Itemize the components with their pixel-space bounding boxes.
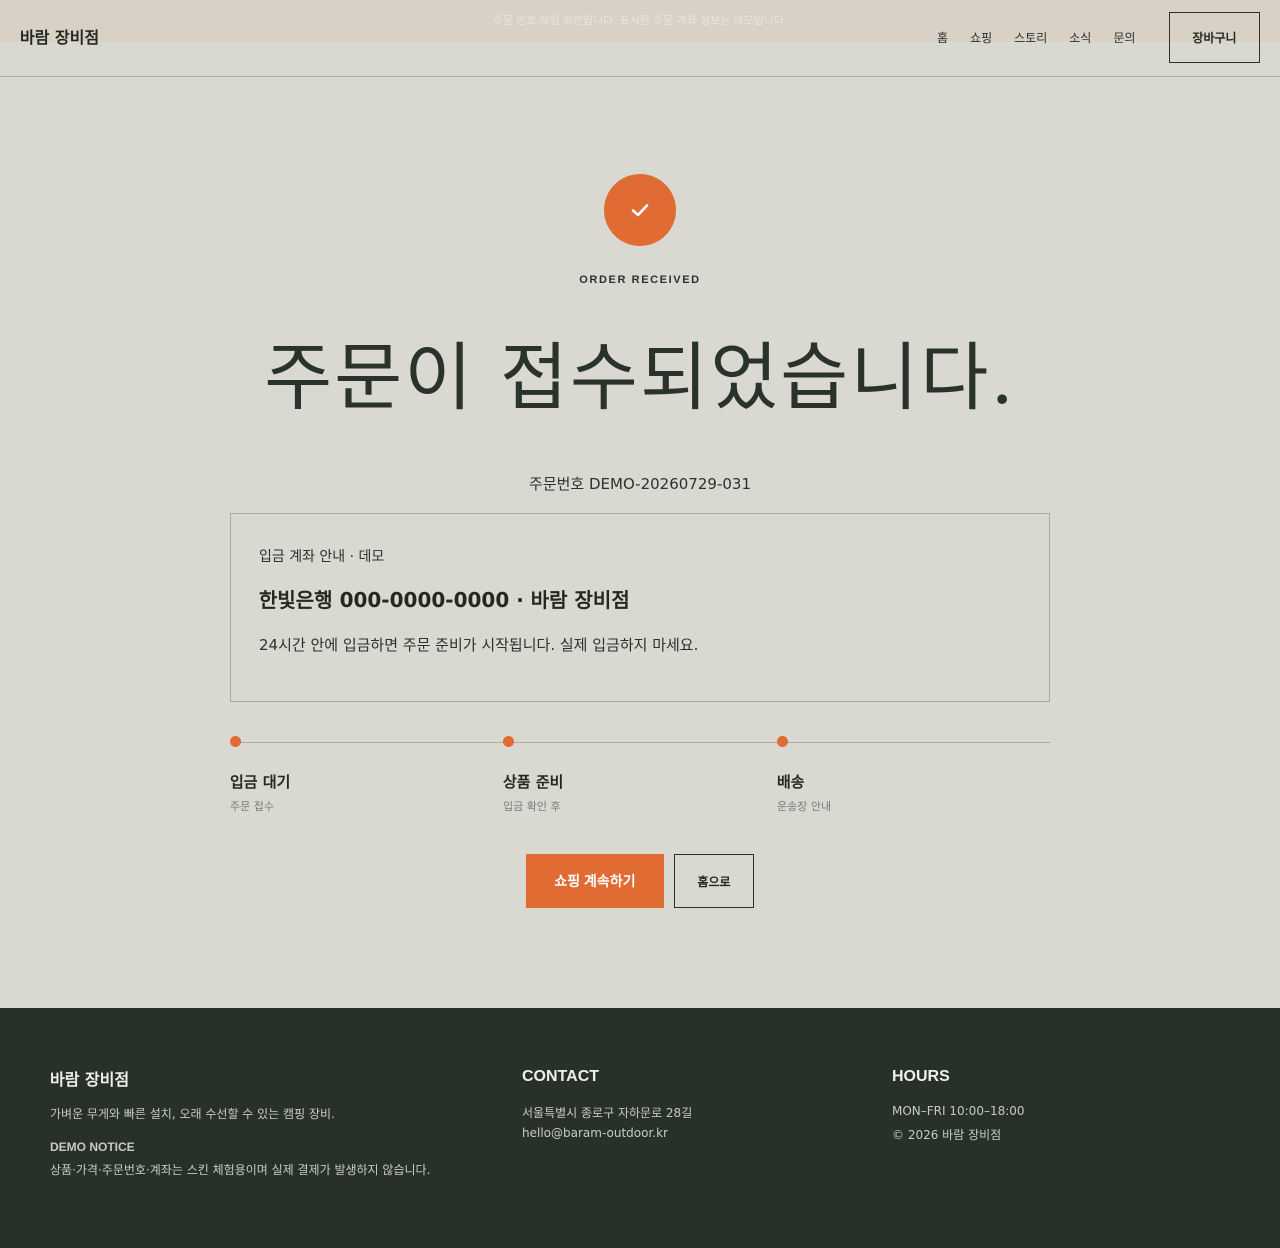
step-dot — [777, 736, 788, 747]
step-subtitle: 입금 확인 후 — [503, 800, 561, 813]
step-title: 배송 — [777, 773, 805, 791]
step-payment-pending: 입금 대기 주문 접수 — [230, 736, 490, 814]
footer-copyright: © 2026 바람 장비점 — [892, 1128, 1002, 1142]
footer-demo-title: DEMO NOTICE — [50, 1140, 135, 1154]
bank-info-card: 입금 계좌 안내 · 데모 한빛은행 000-0000-0000 · 바람 장비… — [230, 513, 1050, 702]
success-badge — [604, 174, 676, 246]
site-header: 바람 장비점 홈 쇼핑 스토리 소식 문의 장바구니 — [0, 0, 1280, 77]
home-button[interactable]: 홈으로 — [674, 854, 754, 908]
step-dot — [230, 736, 241, 747]
step-title: 입금 대기 — [230, 773, 291, 791]
cart-button[interactable]: 장바구니 — [1169, 12, 1260, 63]
nav-item-contact[interactable]: 문의 — [1102, 29, 1146, 46]
continue-shopping-button[interactable]: 쇼핑 계속하기 — [526, 854, 664, 908]
footer-contact-title: CONTACT — [522, 1068, 600, 1085]
step-subtitle: 주문 접수 — [230, 800, 274, 813]
page-title: 주문이 접수되었습니다. — [264, 335, 1016, 421]
step-title: 상품 준비 — [503, 773, 564, 791]
nav-item-news[interactable]: 소식 — [1058, 29, 1102, 46]
nav-item-home[interactable]: 홈 — [926, 29, 959, 46]
footer-email-link[interactable]: hello@baram-outdoor.kr — [522, 1126, 668, 1140]
footer-hours-title: HOURS — [892, 1068, 950, 1085]
nav-item-story[interactable]: 스토리 — [1003, 29, 1058, 46]
bank-info-label: 입금 계좌 안내 · 데모 — [259, 549, 385, 565]
bank-account: 한빛은행 000-0000-0000 · 바람 장비점 — [259, 588, 630, 612]
main-nav: 홈 쇼핑 스토리 소식 문의 — [926, 29, 1146, 46]
footer-brand: 바람 장비점 — [50, 1070, 130, 1089]
site-logo[interactable]: 바람 장비점 — [20, 24, 99, 48]
step-subtitle: 운송장 안내 — [777, 800, 832, 813]
footer-hours: MON–FRI 10:00–18:00 — [892, 1104, 1025, 1118]
step-shipping: 배송 운송장 안내 — [777, 736, 1037, 814]
footer-demo-text: 상품·가격·주문번호·계좌는 스킨 체험용이며 실제 결제가 발생하지 않습니다… — [50, 1163, 431, 1177]
step-preparing: 상품 준비 입금 확인 후 — [503, 736, 763, 814]
nav-item-shop[interactable]: 쇼핑 — [959, 29, 1003, 46]
order-number: 주문번호 DEMO-20260729-031 — [529, 475, 751, 493]
footer-tagline: 가벼운 무게와 빠른 설치, 오래 수선할 수 있는 캠핑 장비. — [50, 1107, 335, 1121]
order-status-eyebrow: ORDER RECEIVED — [579, 274, 701, 286]
check-icon — [631, 204, 649, 217]
bank-description: 24시간 안에 입금하면 주문 준비가 시작됩니다. 실제 입금하지 마세요. — [259, 636, 699, 654]
footer-address: 서울특별시 종로구 자하문로 28길 — [522, 1106, 693, 1120]
site-footer: 바람 장비점 가벼운 무게와 빠른 설치, 오래 수선할 수 있는 캠핑 장비.… — [0, 1008, 1280, 1248]
step-dot — [503, 736, 514, 747]
